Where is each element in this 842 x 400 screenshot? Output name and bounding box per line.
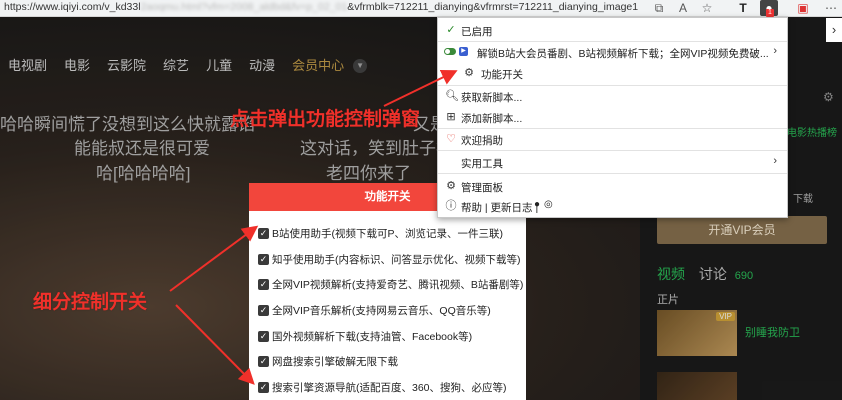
right-chevron-icon[interactable]: › <box>826 18 842 42</box>
arrow-to-option <box>175 304 255 385</box>
arrow-to-option <box>169 225 259 292</box>
annotation-arrows <box>169 70 458 385</box>
arrow-to-menu <box>383 70 458 107</box>
